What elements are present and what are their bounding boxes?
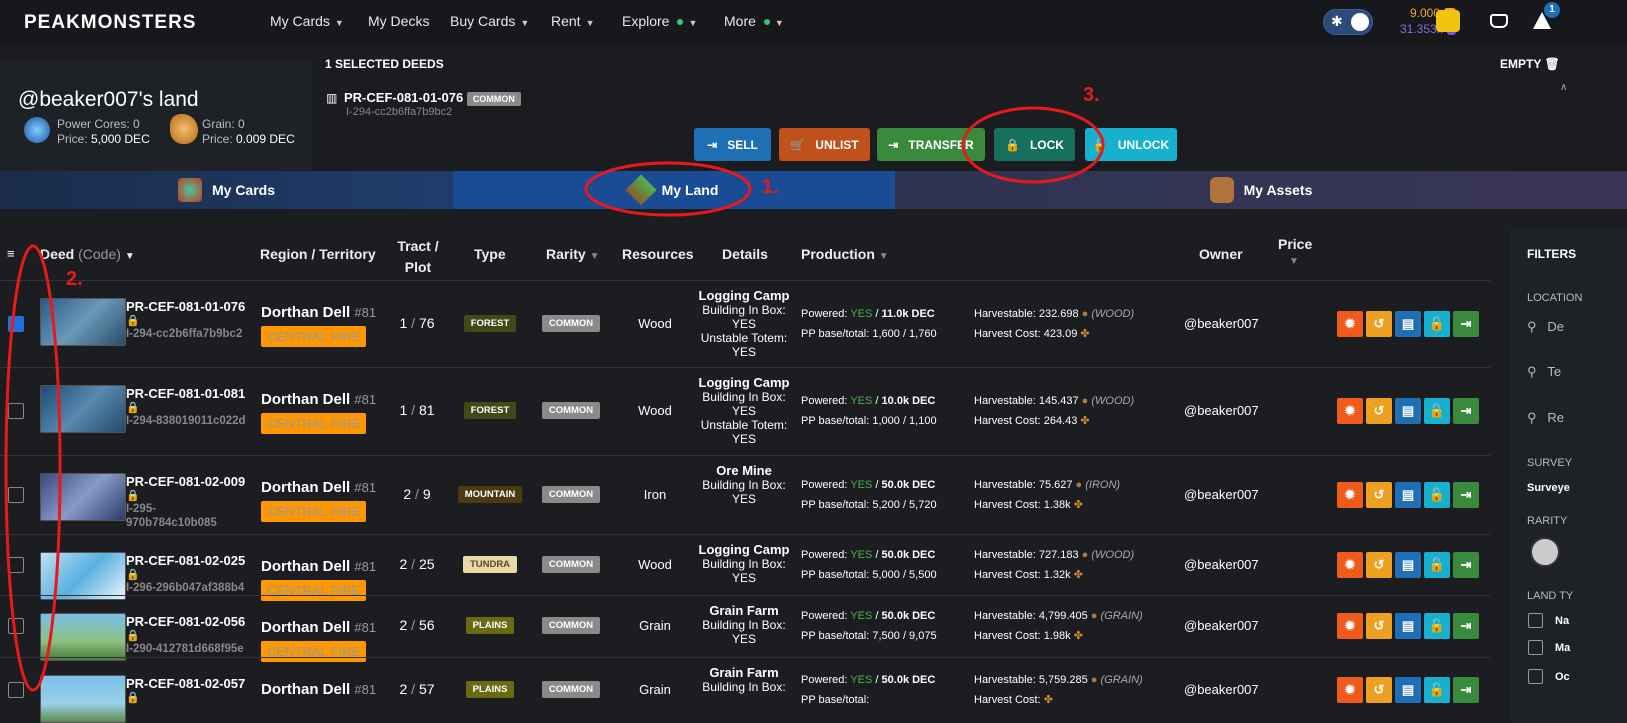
annotation-circle-checkboxes xyxy=(4,244,62,692)
annotation-circle-land xyxy=(584,161,752,217)
annotation-circle-lock xyxy=(961,106,1105,184)
annotation-step-1: 1. xyxy=(762,176,779,198)
annotation-step-2: 2. xyxy=(66,268,83,290)
annotation-step-3: 3. xyxy=(1083,84,1100,106)
annotation-layer xyxy=(4,106,1105,692)
